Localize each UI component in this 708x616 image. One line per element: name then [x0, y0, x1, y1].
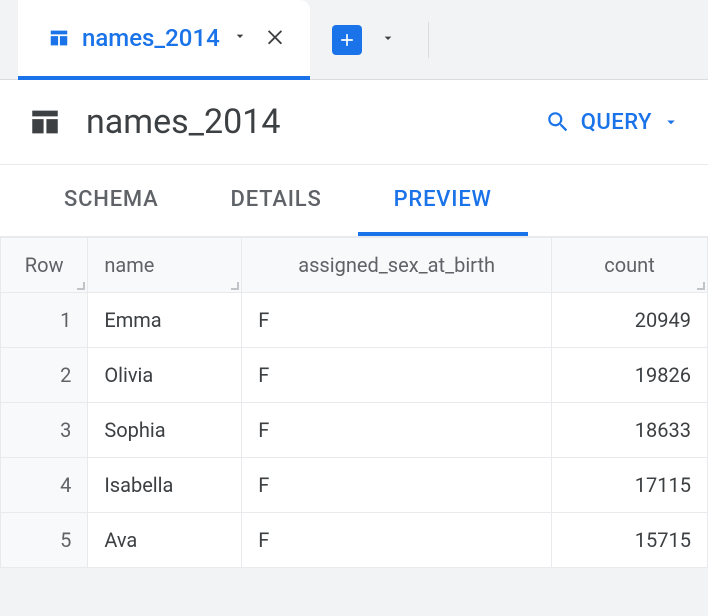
cell-name: Sophia	[88, 403, 242, 458]
tab-dropdown-icon[interactable]	[232, 28, 248, 48]
table-row: 3 Sophia F 18633	[1, 403, 708, 458]
cell-name: Ava	[88, 513, 242, 568]
col-header-row[interactable]: Row	[1, 238, 88, 293]
top-tab-bar: names_2014	[0, 0, 708, 80]
cell-row-num: 1	[1, 293, 88, 348]
table-row: 2 Olivia F 19826	[1, 348, 708, 403]
close-icon[interactable]	[260, 21, 290, 54]
cell-sex: F	[242, 403, 552, 458]
query-button[interactable]: QUERY	[545, 109, 680, 135]
preview-table: Row name assigned_sex_at_birth count 1 E…	[0, 237, 708, 568]
cell-row-num: 2	[1, 348, 88, 403]
cell-count: 15715	[552, 513, 708, 568]
col-header-sex[interactable]: assigned_sex_at_birth	[242, 238, 552, 293]
cell-sex: F	[242, 458, 552, 513]
col-header-count[interactable]: count	[552, 238, 708, 293]
cell-name: Olivia	[88, 348, 242, 403]
cell-count: 18633	[552, 403, 708, 458]
tab-schema[interactable]: SCHEMA	[28, 165, 195, 236]
query-button-label: QUERY	[581, 110, 652, 135]
tab-preview[interactable]: PREVIEW	[358, 165, 528, 236]
cell-count: 17115	[552, 458, 708, 513]
divider	[428, 22, 429, 58]
table-icon	[48, 27, 70, 49]
new-tab-button[interactable]	[332, 25, 362, 55]
cell-sex: F	[242, 293, 552, 348]
header-panel: names_2014 QUERY	[0, 80, 708, 165]
cell-sex: F	[242, 348, 552, 403]
cell-name: Emma	[88, 293, 242, 348]
page-title: names_2014	[86, 102, 545, 142]
table-row: 1 Emma F 20949	[1, 293, 708, 348]
search-icon	[545, 109, 571, 135]
cell-name: Isabella	[88, 458, 242, 513]
chevron-down-icon	[662, 113, 680, 131]
new-tab-group	[332, 22, 429, 58]
section-tabs: SCHEMA DETAILS PREVIEW	[0, 165, 708, 237]
cell-count: 19826	[552, 348, 708, 403]
table-icon	[28, 105, 62, 139]
cell-row-num: 4	[1, 458, 88, 513]
tab-details[interactable]: DETAILS	[195, 165, 358, 236]
table-row: 4 Isabella F 17115	[1, 458, 708, 513]
cell-sex: F	[242, 513, 552, 568]
new-tab-dropdown-icon[interactable]	[380, 30, 396, 50]
tab-label: names_2014	[82, 24, 220, 52]
tab-names-2014[interactable]: names_2014	[18, 0, 310, 80]
cell-row-num: 3	[1, 403, 88, 458]
cell-count: 20949	[552, 293, 708, 348]
table-row: 5 Ava F 15715	[1, 513, 708, 568]
cell-row-num: 5	[1, 513, 88, 568]
col-header-name[interactable]: name	[88, 238, 242, 293]
